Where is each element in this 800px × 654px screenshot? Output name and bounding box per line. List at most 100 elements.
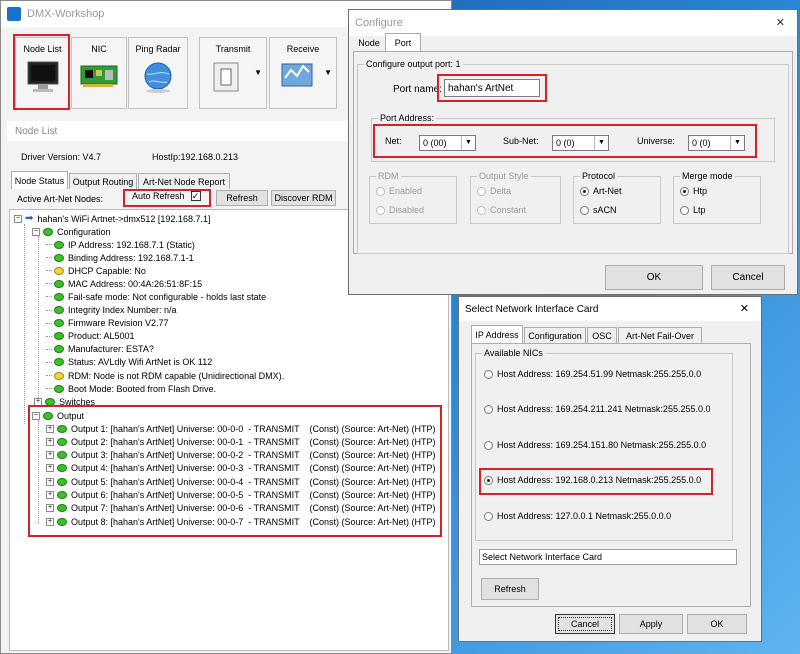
close-icon[interactable]: ✕	[740, 302, 749, 315]
config-item[interactable]: Integrity Index Number: n/a	[46, 304, 177, 317]
config-item-label: Boot Mode: Booted from Flash Drive.	[68, 383, 217, 394]
config-item-label: DHCP Capable: No	[68, 265, 146, 276]
configure-dialog: Configure ✕ Node Port Configure output p…	[348, 9, 798, 295]
network-card-icon	[80, 65, 118, 87]
delta-radio[interactable]: Delta	[477, 186, 511, 197]
tree-connector	[46, 322, 52, 324]
active-nodes-label: Active Art-Net Nodes:	[17, 194, 104, 204]
config-item[interactable]: DHCP Capable: No	[46, 264, 146, 277]
config-item[interactable]: Fail-safe mode: Not configurable - holds…	[46, 290, 266, 303]
config-item-label: Status: AVLdly Wifi ArtNet is OK 112	[68, 357, 213, 368]
close-icon[interactable]: ✕	[776, 16, 785, 29]
tab-output-routing[interactable]: Output Routing	[69, 173, 137, 189]
tab-node[interactable]: Node	[353, 35, 385, 51]
nic-label: Host Address: 169.254.51.99 Netmask:255.…	[497, 369, 702, 379]
selected-nic-highlight	[479, 468, 713, 495]
status-bubble-icon	[54, 279, 64, 288]
configure-ok-button[interactable]: OK	[605, 265, 703, 290]
tab-ip-address[interactable]: IP Address	[471, 325, 523, 343]
config-item[interactable]: Boot Mode: Booted from Flash Drive.	[46, 382, 216, 395]
tab-label: Art-Net Fail-Over	[625, 330, 694, 341]
config-item[interactable]: Binding Address: 192.168.7.1-1	[46, 251, 194, 264]
rdm-disabled-radio[interactable]: Disabled	[376, 205, 424, 216]
button-label: Refresh	[226, 193, 258, 203]
radio-icon	[680, 206, 689, 216]
radio-icon	[477, 187, 486, 197]
sacn-radio[interactable]: sACN	[580, 205, 617, 216]
rdm-enabled-radio[interactable]: Enabled	[376, 186, 422, 197]
radio-icon	[580, 206, 589, 216]
ping-radar-label: Ping Radar	[135, 44, 181, 54]
collapse-icon[interactable]: −	[14, 214, 22, 223]
nic-radio-option[interactable]: Host Address: 169.254.51.99 Netmask:255.…	[484, 369, 702, 380]
tab-label: Port	[394, 37, 412, 48]
tab-label: Art-Net Node Report	[142, 176, 226, 187]
radio-icon	[477, 206, 486, 216]
transmit-dropdown-icon[interactable]: ▼	[254, 68, 262, 77]
tab-artnet-failover[interactable]: Art-Net Fail-Over	[618, 327, 702, 343]
config-item[interactable]: IP Address: 192.168.7.1 (Static)	[46, 238, 195, 251]
button-label: Apply	[639, 619, 663, 629]
tab-port[interactable]: Port	[385, 33, 421, 51]
artnet-radio[interactable]: Art-Net	[580, 186, 622, 197]
group-title: Configure output port: 1	[364, 59, 463, 69]
tree-root[interactable]: − ➡ hahan's WiFi Artnet->dmx512 [192.168…	[14, 212, 210, 225]
radio-icon	[376, 187, 385, 197]
nic-radio-option[interactable]: Host Address: 169.254.211.241 Netmask:25…	[484, 404, 710, 415]
tree-connector	[46, 335, 52, 337]
status-bubble-icon	[54, 345, 64, 354]
config-item[interactable]: Status: AVLdly Wifi ArtNet is OK 112	[46, 356, 212, 369]
constant-radio[interactable]: Constant	[477, 205, 527, 216]
radio-label: Art-Net	[593, 186, 622, 196]
nic-titlebar[interactable]: Select Network Interface Card ✕	[459, 297, 761, 321]
ltp-radio[interactable]: Ltp	[680, 205, 706, 216]
nic-ok-button[interactable]: OK	[687, 614, 747, 634]
status-bubble-icon	[54, 332, 64, 341]
config-item[interactable]: RDM: Node is not RDM capable (Unidirecti…	[46, 369, 284, 382]
config-item-label: Firmware Revision V2.77	[68, 318, 169, 329]
tab-label: Output Routing	[72, 176, 134, 187]
nic-title: Select Network Interface Card	[465, 303, 599, 315]
config-item[interactable]: MAC Address: 00:4A:26:51:8F:15	[46, 277, 202, 290]
nic-radio-option[interactable]: Host Address: 127.0.0.1 Netmask:255.0.0.…	[484, 511, 671, 522]
ping-radar-button[interactable]: Ping Radar	[128, 37, 188, 109]
refresh-button[interactable]: Refresh	[216, 190, 268, 206]
nic-cancel-button[interactable]: Cancel	[555, 614, 615, 634]
nic-radio-option[interactable]: Host Address: 169.254.151.80 Netmask:255…	[484, 440, 706, 451]
port-address-label: Port Address:	[378, 113, 437, 123]
config-item[interactable]: Manufacturer: ESTA?	[46, 343, 154, 356]
tab-artnet-node-report[interactable]: Art-Net Node Report	[138, 173, 230, 189]
status-bubble-icon	[54, 319, 64, 328]
nic-apply-button[interactable]: Apply	[619, 614, 683, 634]
radio-label: sACN	[593, 205, 617, 215]
nic-refresh-button[interactable]: Refresh	[481, 578, 539, 600]
tab-label: Node Status	[14, 175, 65, 186]
scope-icon	[281, 63, 313, 87]
collapse-icon[interactable]: −	[32, 227, 40, 236]
warning-bubble-icon	[54, 266, 64, 275]
configure-cancel-button[interactable]: Cancel	[711, 265, 785, 290]
tree-configuration[interactable]: − Configuration	[32, 225, 111, 238]
radio-icon	[376, 206, 385, 216]
tree-connector	[46, 296, 52, 298]
button-label: Cancel	[732, 272, 764, 283]
config-item[interactable]: Firmware Revision V2.77	[46, 317, 169, 330]
htp-radio[interactable]: Htp	[680, 186, 707, 197]
transmit-button[interactable]: Transmit ▼	[199, 37, 267, 109]
receive-dropdown-icon[interactable]: ▼	[324, 68, 332, 77]
tab-node-status[interactable]: Node Status	[11, 171, 68, 189]
tab-osc[interactable]: OSC	[587, 327, 617, 343]
merge-mode-title: Merge mode	[680, 171, 735, 181]
tree-guide	[24, 224, 25, 424]
receive-button[interactable]: Receive ▼	[269, 37, 337, 109]
merge-mode-group: Merge mode	[673, 171, 761, 224]
dmx-title: DMX-Workshop	[27, 8, 105, 20]
tab-configuration[interactable]: Configuration	[524, 327, 586, 343]
config-item[interactable]: Product: AL5001	[46, 330, 135, 343]
nic-button[interactable]: NIC	[71, 37, 127, 109]
radio-label: Constant	[490, 205, 527, 215]
button-label: Discover RDM	[274, 193, 333, 203]
nic-label: NIC	[91, 44, 107, 54]
port-address-highlight	[373, 124, 757, 158]
discover-rdm-button[interactable]: Discover RDM	[271, 190, 336, 206]
